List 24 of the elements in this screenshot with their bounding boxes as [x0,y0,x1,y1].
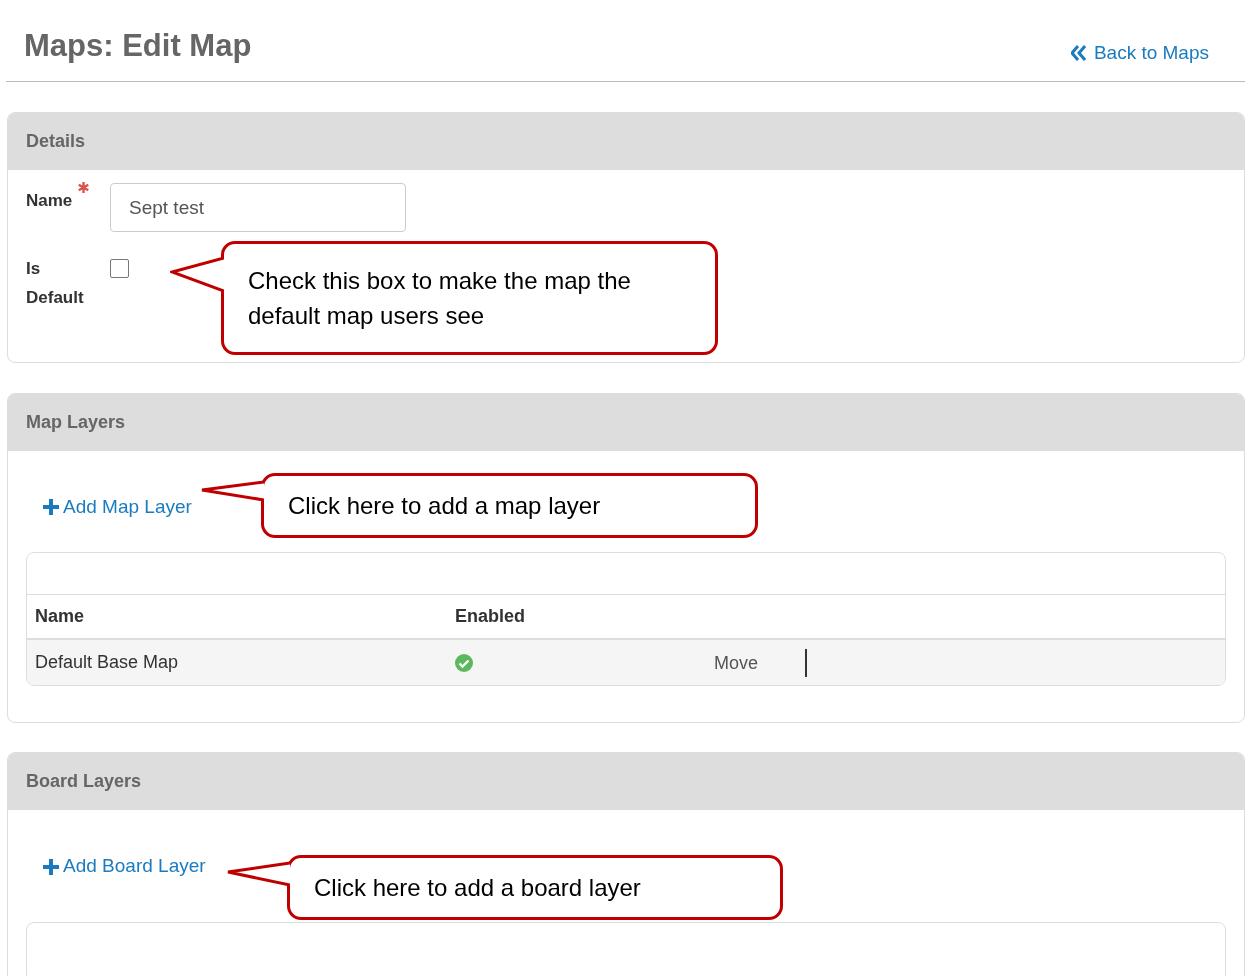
column-header: Enabled [454,605,526,629]
callout: Check this box to make the map the default map users see [221,241,718,355]
panel-heading: Board Layers [26,770,142,794]
callout-pointer [170,256,224,293]
add-link[interactable]: Add Map Layer [43,493,192,522]
move-link[interactable]: Move [714,648,807,677]
page-title: Maps: Edit Map [24,27,252,65]
plus-icon [43,858,59,875]
field-label: Name [26,190,73,212]
name-field[interactable]: Sept test [110,183,406,232]
column-header: Name [34,605,86,629]
panel-heading: Details [26,130,86,153]
table-cell-text: Default Base Map [34,651,180,675]
checkbox[interactable] [110,259,129,278]
field-label: Is Default [26,258,85,309]
plus-icon [43,499,59,516]
callout: Click here to add a board layer [287,855,783,920]
double-chevron-icon [1070,45,1086,61]
callout: Click here to add a map layer [261,473,758,538]
callout-pointer [226,861,290,887]
callout-pointer [200,480,264,502]
add-link[interactable]: Add Board Layer [43,852,206,881]
back-link[interactable]: Back to Maps [1070,38,1209,68]
panel-heading: Map Layers [26,411,126,434]
